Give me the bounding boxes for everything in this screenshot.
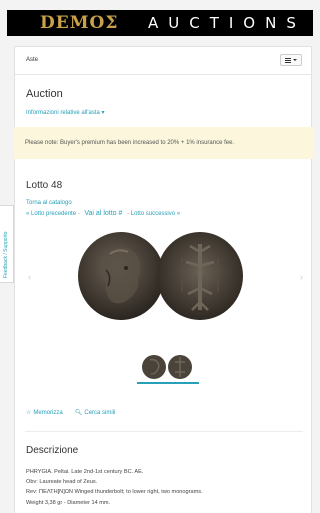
menu-icon (285, 57, 291, 63)
coin-reverse (157, 232, 243, 320)
description-title: Descrizione (26, 445, 79, 456)
menu-dropdown-button[interactable] (280, 54, 302, 66)
subnav-title[interactable]: Aste (26, 57, 38, 63)
auction-title: Auction (26, 88, 63, 100)
feedback-tab[interactable]: Feedback / Supporto (0, 205, 14, 283)
thumbnail-strip (137, 352, 199, 384)
prev-lot-link[interactable]: « Lotto precedente (26, 211, 76, 217)
description-line: PHRYGIA. Peltai. Late 2nd-1st century BC… (26, 469, 144, 475)
subnav-bar: Aste (15, 47, 311, 75)
notice-text: Please note: Buyer's premium has been in… (25, 140, 235, 146)
lot-title: Lotto 48 (26, 180, 63, 191)
notice-banner: Please note: Buyer's premium has been in… (14, 127, 313, 159)
lot-navigation: « Lotto precedente - Vai al lotto # - Lo… (26, 210, 180, 217)
search-icon: 🔍︎ (74, 410, 83, 416)
coin-obverse (78, 232, 164, 320)
nav-separator: - (77, 211, 80, 217)
goto-lot-link[interactable]: Vai al lotto # (84, 210, 122, 217)
logo-auctions: AUCTIONS (148, 14, 306, 32)
description-line: Obv: Laureate head of Zeus. (26, 479, 98, 486)
site-header: DEMOΣ AUCTIONS (7, 10, 313, 36)
star-icon: ☆ (26, 410, 32, 416)
thumbnail-images[interactable] (137, 352, 199, 382)
watch-label: Memorizza (33, 410, 63, 416)
search-similar-button[interactable]: 🔍︎ Cerca simili (75, 409, 116, 416)
coin-image-main[interactable] (78, 232, 244, 322)
feedback-label: Feedback / Supporto (3, 231, 9, 278)
auction-info-link[interactable]: Informazioni relative all'asta ▾ (26, 109, 105, 116)
search-similar-label: Cerca simili (84, 410, 116, 416)
divider (25, 431, 303, 432)
description-line: Weight 3,38 gr - Diameter 14 mm. (26, 499, 111, 506)
caret-down-icon (293, 59, 297, 61)
next-image-arrow-icon[interactable]: › (300, 272, 303, 282)
description-line: Rev: ΠΕΛΤΗ[Ν]ΩΝ Winged thunderbolt; to l… (26, 489, 203, 496)
watch-button[interactable]: ☆ Memorizza (26, 409, 63, 416)
description-text: PHRYGIA. Peltai. Late 2nd-1st century BC… (26, 467, 203, 508)
nav-separator: - (127, 211, 130, 217)
lot-actions: ☆ Memorizza 🔍︎ Cerca simili (26, 409, 115, 416)
next-lot-link[interactable]: Lotto successivo » (131, 211, 180, 217)
prev-image-arrow-icon[interactable]: ‹ (28, 272, 31, 282)
logo-demos[interactable]: DEMOΣ (40, 13, 120, 33)
back-to-catalog-link[interactable]: Torna al catalogo (26, 200, 72, 206)
